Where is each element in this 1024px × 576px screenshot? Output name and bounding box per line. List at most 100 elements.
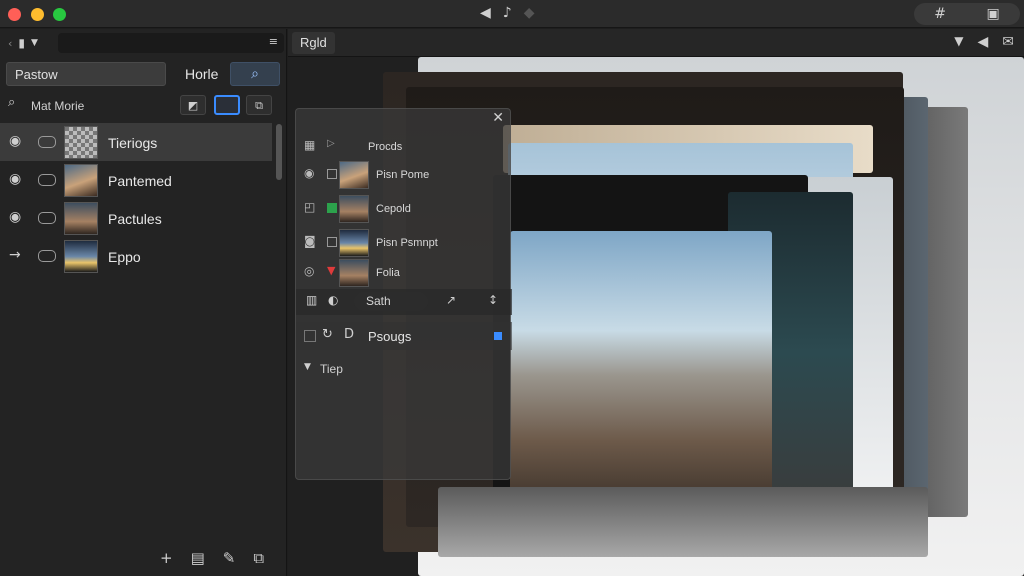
filter-row: ⌕ Mat Morie ◩ ⧉	[0, 91, 287, 119]
d-icon[interactable]: D	[344, 328, 354, 341]
horle-label: Horle	[185, 66, 219, 82]
search-button[interactable]: ⌕	[230, 62, 280, 86]
layer-name: Pantemed	[108, 173, 172, 189]
layer-name: Pactules	[108, 211, 162, 227]
close-icon[interactable]: ✕	[492, 111, 504, 125]
checkbox-icon[interactable]	[327, 237, 337, 247]
layer-row[interactable]: ◉ Pantemed	[0, 161, 272, 199]
add-icon[interactable]: +	[160, 551, 173, 566]
title-right-controls: # ▣	[914, 3, 1020, 25]
filter-label: Mat Morie	[31, 99, 85, 113]
section-header[interactable]: ▼ Tiep	[296, 357, 512, 381]
chevron-down-icon[interactable]: ▼	[31, 38, 38, 48]
disclosure-triangle-icon[interactable]: ▼	[304, 363, 311, 372]
layers-icon[interactable]: ▦	[304, 139, 315, 151]
crop-icon[interactable]: ◰	[304, 201, 315, 213]
menu-icon[interactable]: ≡	[269, 36, 278, 47]
eye-icon[interactable]: ◉	[9, 172, 21, 186]
layer-thumbnail	[64, 240, 98, 273]
tool-edit-button[interactable]: ◩	[180, 95, 206, 115]
item-name: Pisn Pome	[376, 169, 430, 181]
camera-icon[interactable]: ◙	[304, 235, 316, 247]
link-icon[interactable]	[38, 174, 56, 186]
folder-icon[interactable]: ▤	[191, 551, 205, 566]
close-window-button[interactable]	[8, 8, 21, 21]
magnifier-icon[interactable]: ⌕	[8, 96, 15, 109]
document-tab-bar: Rgld ▼ ◀ ✉	[288, 29, 1024, 57]
document-icon[interactable]: ▮	[18, 37, 25, 49]
layer-row[interactable]: ◉ Tieriogs	[0, 123, 272, 161]
item-thumbnail	[339, 259, 369, 287]
half-circle-icon[interactable]: ◐	[328, 294, 338, 306]
diamond-icon[interactable]: ◆	[524, 6, 535, 20]
eye-icon[interactable]: ◉	[9, 210, 21, 224]
panel-footer-tools: + ▤ ✎ ⧉	[160, 551, 264, 566]
brush-icon[interactable]: ✎	[223, 551, 236, 566]
speaker-icon[interactable]: ◀	[480, 6, 491, 20]
sort-icon[interactable]: ↕	[488, 294, 498, 306]
mail-icon[interactable]: ✉	[1002, 35, 1014, 49]
blue-marker-icon	[494, 332, 502, 340]
audio-icon[interactable]: ◀	[977, 35, 988, 49]
title-controls: ◀ ♪ ◆	[480, 6, 535, 20]
tabbar-tools: ▼ ◀ ✉	[954, 35, 1014, 49]
layer-row[interactable]: → Eppo	[0, 237, 272, 275]
layers-panel: ‹ ▮ ▼ ≡ Pastow Horle ⌕ ⌕ Mat Morie ◩ ⧉ ◉…	[0, 29, 287, 576]
panel-toolbar: ▥ ◐ Sath ↗ ↕	[296, 289, 512, 315]
list-item[interactable]: ◰ Cepold	[296, 195, 512, 223]
stack-icon: ⧉	[255, 98, 263, 112]
list-item[interactable]: ◉ Pisn Pome	[296, 161, 512, 189]
layer-row[interactable]: ◉ Pactules	[0, 199, 272, 237]
tool-stack-button[interactable]: ⧉	[246, 95, 272, 115]
play-icon[interactable]: ▷	[327, 139, 335, 149]
layer-thumbnail	[64, 126, 98, 159]
layer-scrollbar[interactable]	[276, 124, 282, 180]
link-icon[interactable]	[38, 250, 56, 262]
trash-icon[interactable]: ▥	[306, 294, 317, 306]
layer-name: Tieriogs	[108, 135, 158, 151]
tone-icon[interactable]: ♪	[503, 6, 512, 20]
layer-list: ◉ Tieriogs ◉ Pantemed ◉ Pactules → Eppo	[0, 123, 287, 275]
panel-header-label: Procds	[368, 141, 403, 153]
panel-search-field[interactable]: Sath	[354, 292, 428, 311]
item-name: Folia	[376, 267, 400, 279]
link-icon[interactable]: ↻	[322, 328, 333, 341]
item-thumbnail	[339, 229, 369, 257]
hash-icon[interactable]: #	[934, 7, 946, 21]
tool-frame-button[interactable]	[214, 95, 240, 115]
checkbox-icon[interactable]	[327, 169, 337, 179]
link-icon[interactable]	[38, 136, 56, 148]
floating-layers-panel: ✕ ▦ ▷ Procds ◉ Pisn Pome ◰ Cepold ◙ Pisn…	[295, 108, 512, 480]
panel-header-row: ▦ ▷ Procds	[296, 133, 512, 159]
search-icon: ⌕	[251, 66, 259, 82]
item-name: Cepold	[376, 203, 411, 215]
duplicate-icon[interactable]: ⧉	[253, 551, 264, 566]
dropdown-icon[interactable]: ▼	[954, 35, 963, 49]
main-photo	[510, 231, 772, 493]
back-icon[interactable]: ‹	[8, 38, 12, 49]
property-row[interactable]: ↻ D Psougs	[296, 322, 512, 350]
arrow-right-icon[interactable]: →	[9, 248, 21, 262]
item-thumbnail	[339, 195, 369, 223]
tab-document[interactable]: Rgld	[292, 32, 335, 54]
photo-ground-strip	[438, 487, 928, 557]
layer-thumbnail	[64, 164, 98, 197]
edit-icon[interactable]: ▣	[987, 7, 1000, 21]
eye-icon[interactable]: ◉	[304, 167, 314, 179]
list-item[interactable]: ◙ Pisn Psmnpt	[296, 229, 512, 257]
panel-path-field[interactable]: ≡	[58, 33, 284, 53]
minimize-window-button[interactable]	[31, 8, 44, 21]
title-bar: ◀ ♪ ◆ # ▣	[0, 0, 1024, 28]
item-name: Pisn Psmnpt	[376, 237, 438, 249]
zoom-window-button[interactable]	[53, 8, 66, 21]
target-icon[interactable]: ◎	[304, 265, 314, 277]
checkbox-icon[interactable]	[304, 330, 316, 342]
eye-icon[interactable]: ◉	[9, 134, 21, 148]
arrow-up-right-icon[interactable]: ↗	[446, 294, 456, 306]
preset-input[interactable]: Pastow	[6, 62, 166, 86]
triangle-icon[interactable]: ▼	[327, 265, 335, 276]
link-icon[interactable]	[38, 212, 56, 224]
list-item[interactable]: ◎ ▼ Folia	[296, 259, 512, 287]
property-label: Psougs	[368, 329, 412, 344]
checkbox-icon[interactable]	[327, 203, 337, 213]
